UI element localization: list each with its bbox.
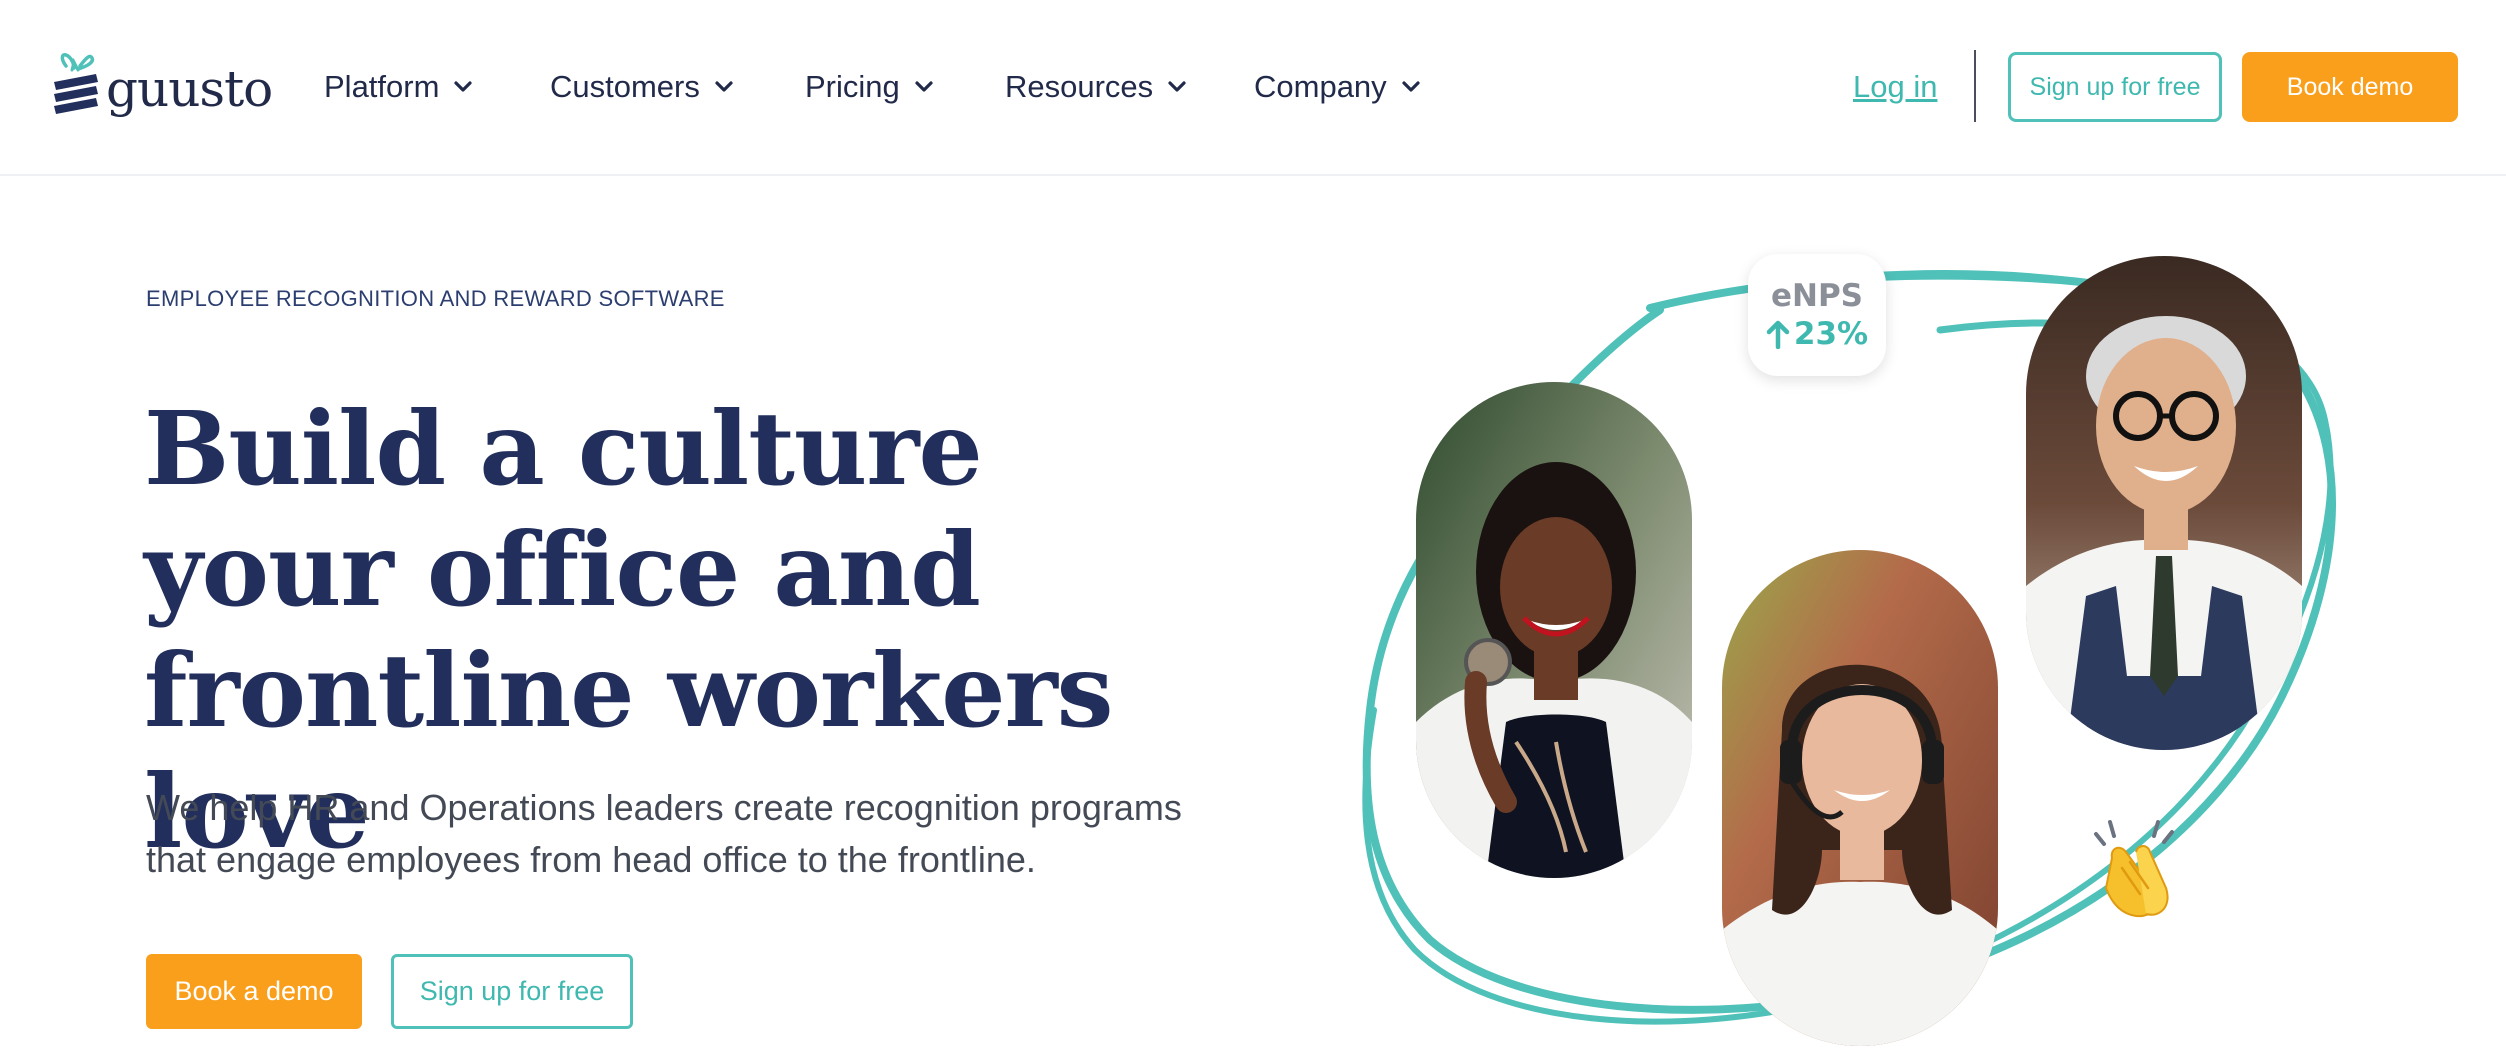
nav-item-company[interactable]: Company: [1254, 62, 1421, 112]
nav-item-label: Company: [1254, 69, 1387, 104]
nav-item-label: Resources: [1005, 69, 1154, 104]
nav-item-platform[interactable]: Platform: [324, 62, 473, 112]
chevron-down-icon: [454, 81, 473, 92]
hero-subtitle: We help HR and Operations leaders create…: [146, 787, 1182, 880]
enps-value: 23%: [1793, 316, 1869, 352]
portrait-support-agent-image: [1722, 550, 1998, 1046]
enps-stat-badge: eNPS 23%: [1748, 254, 1886, 376]
chevron-down-icon: [1402, 81, 1420, 92]
portrait-shop-owner-image: [2026, 256, 2302, 750]
arrow-up-icon: [1766, 320, 1790, 349]
nav-item-pricing[interactable]: Pricing: [805, 62, 934, 112]
chevron-down-icon: [715, 81, 733, 92]
portrait-doctor-image: [1416, 382, 1692, 878]
logo-wordmark: guusto: [106, 60, 273, 118]
chevron-down-icon: [1168, 81, 1186, 92]
clapping-hands-icon: [2094, 820, 2174, 918]
login-link[interactable]: Log in: [1853, 62, 1937, 112]
nav-item-customers[interactable]: Customers: [550, 62, 734, 112]
logo[interactable]: guusto: [52, 52, 273, 122]
header-divider: [1974, 50, 1976, 122]
portrait-doctor: [1416, 382, 1692, 878]
signup-button[interactable]: Sign up for free: [2008, 52, 2222, 122]
nav-item-label: Platform: [324, 69, 440, 104]
site-header: guusto Platform Customers Pricing Resour…: [0, 0, 2506, 176]
portrait-support-agent: [1722, 550, 1998, 1046]
nav-item-label: Pricing: [805, 69, 900, 104]
book-a-demo-button[interactable]: Book a demo: [146, 954, 362, 1029]
hero-eyebrow: EMPLOYEE RECOGNITION AND REWARD SOFTWARE: [146, 286, 725, 311]
hero-signup-button[interactable]: Sign up for free: [391, 954, 633, 1029]
portrait-shop-owner: [2026, 256, 2302, 750]
enps-value-row: 23%: [1766, 315, 1868, 353]
logo-mark-icon: [54, 53, 98, 114]
enps-label: eNPS: [1770, 278, 1864, 314]
nav-item-resources[interactable]: Resources: [1005, 62, 1187, 112]
book-demo-button[interactable]: Book demo: [2242, 52, 2458, 122]
chevron-down-icon: [915, 81, 933, 92]
nav-item-label: Customers: [550, 69, 700, 104]
